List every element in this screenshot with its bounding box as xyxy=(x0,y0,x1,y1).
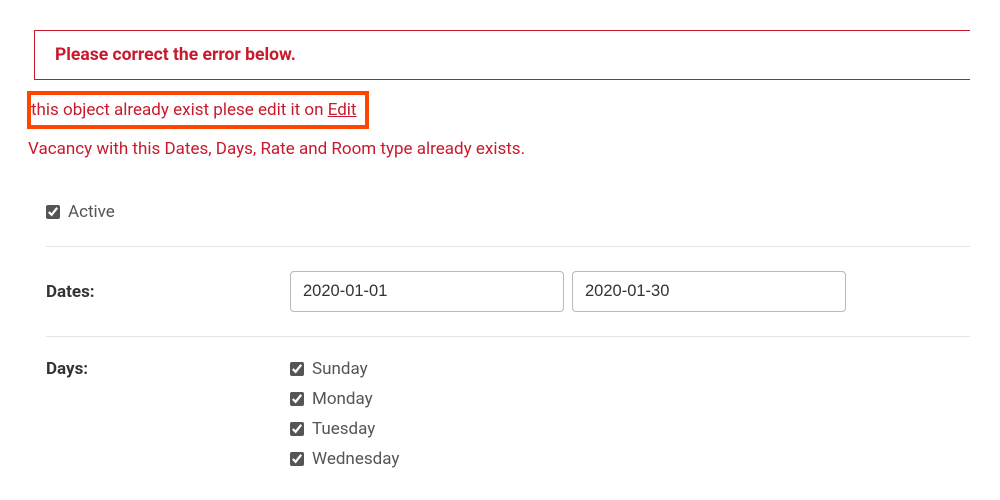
active-checkbox[interactable] xyxy=(46,205,60,219)
inline-error-text: this object already exist plese edit it … xyxy=(31,100,357,120)
day-checkbox-tuesday[interactable] xyxy=(290,422,304,436)
day-checkbox-monday[interactable] xyxy=(290,392,304,406)
dates-row: Dates: xyxy=(46,247,970,337)
day-checkbox-wednesday[interactable] xyxy=(290,452,304,466)
days-row: Days: Sunday Monday Tuesday Wednesday xyxy=(46,337,970,487)
day-label: Sunday xyxy=(312,359,368,379)
error-banner-text: Please correct the error below. xyxy=(55,45,296,65)
edit-link[interactable]: Edit xyxy=(328,100,357,120)
day-label: Monday xyxy=(312,389,373,409)
error-banner: Please correct the error below. xyxy=(34,30,970,80)
day-item[interactable]: Tuesday xyxy=(290,419,399,439)
date-start-input[interactable] xyxy=(290,271,564,312)
active-check-label[interactable]: Active xyxy=(46,202,115,222)
days-list: Sunday Monday Tuesday Wednesday xyxy=(290,359,399,469)
dates-label: Dates: xyxy=(46,282,290,302)
active-row: Active xyxy=(46,184,970,247)
date-end-input[interactable] xyxy=(572,271,846,312)
inline-error-prefix: this object already exist plese edit it … xyxy=(31,100,328,120)
day-item[interactable]: Wednesday xyxy=(290,449,399,469)
inline-error-highlight: this object already exist plese edit it … xyxy=(27,91,369,129)
day-item[interactable]: Sunday xyxy=(290,359,399,379)
days-label: Days: xyxy=(46,359,290,379)
validation-error: Vacancy with this Dates, Days, Rate and … xyxy=(28,139,970,159)
active-label-text: Active xyxy=(68,202,115,222)
day-item[interactable]: Monday xyxy=(290,389,399,409)
day-checkbox-sunday[interactable] xyxy=(290,362,304,376)
day-label: Tuesday xyxy=(312,419,375,439)
day-label: Wednesday xyxy=(312,449,399,469)
